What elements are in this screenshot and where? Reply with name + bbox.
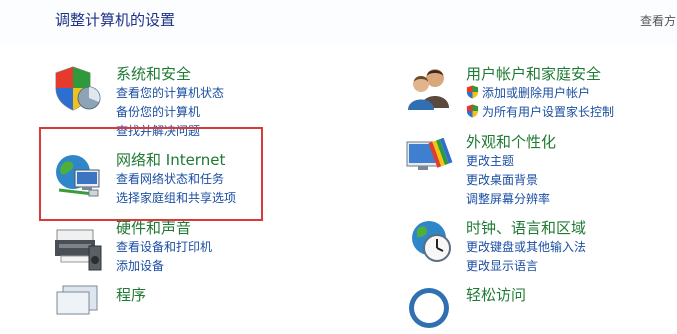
view-by-link[interactable]: 查看方	[640, 12, 676, 29]
link-view-devices-printers[interactable]: 查看设备和打印机	[116, 238, 212, 255]
category-clock-language-region[interactable]: 时钟、语言和区域	[466, 217, 586, 238]
link-screen-resolution[interactable]: 调整屏幕分辨率	[466, 190, 550, 207]
uac-shield-icon	[466, 104, 479, 118]
clock-language-region-icon[interactable]	[405, 216, 455, 266]
system-security-icon[interactable]	[53, 64, 103, 114]
link-add-device[interactable]: 添加设备	[116, 257, 164, 274]
link-change-theme[interactable]: 更改主题	[466, 152, 514, 169]
ease-of-access-icon[interactable]	[405, 284, 455, 334]
category-ease-of-access[interactable]: 轻松访问	[466, 284, 526, 305]
highlight-box	[39, 127, 263, 221]
appearance-personalization-icon[interactable]	[405, 134, 455, 184]
link-change-background[interactable]: 更改桌面背景	[466, 171, 538, 188]
category-programs[interactable]: 程序	[116, 284, 146, 305]
link-backup-computer[interactable]: 备份您的计算机	[116, 103, 200, 120]
user-accounts-icon[interactable]	[405, 64, 455, 114]
category-user-accounts[interactable]: 用户帐户和家庭安全	[466, 63, 601, 84]
link-add-remove-accounts[interactable]: 添加或删除用户帐户	[482, 84, 590, 101]
uac-shield-icon	[466, 85, 479, 99]
programs-icon[interactable]	[53, 284, 103, 334]
category-system-security[interactable]: 系统和安全	[116, 63, 191, 84]
category-appearance[interactable]: 外观和个性化	[466, 131, 556, 152]
page-title: 调整计算机的设置	[55, 11, 176, 29]
link-change-display-language[interactable]: 更改显示语言	[466, 257, 538, 274]
link-change-keyboard[interactable]: 更改键盘或其他输入法	[466, 238, 586, 255]
link-parental-controls[interactable]: 为所有用户设置家长控制	[482, 103, 614, 120]
link-view-computer-status[interactable]: 查看您的计算机状态	[116, 84, 224, 101]
hardware-sound-icon[interactable]	[53, 222, 103, 272]
